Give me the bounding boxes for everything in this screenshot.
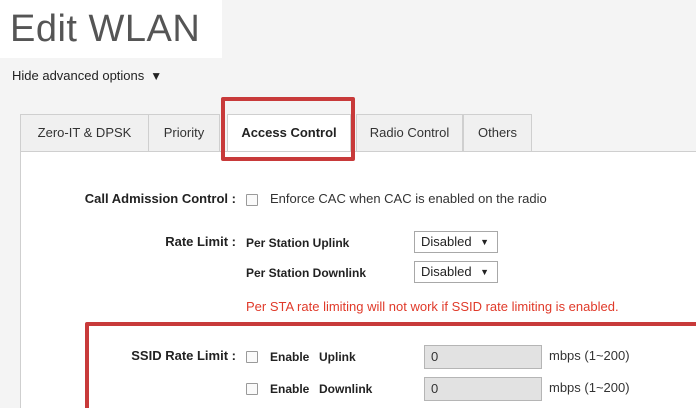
ssid-uplink-enable-checkbox[interactable] xyxy=(246,351,258,363)
ssid-downlink-direction-label: Downlink xyxy=(319,382,373,396)
tab-others[interactable]: Others xyxy=(463,114,532,152)
uplink-select-value: Disabled xyxy=(421,234,472,249)
ssid-uplink-unit-label: mbps (1~200) xyxy=(549,348,630,363)
tab-priority[interactable]: Priority xyxy=(148,114,220,152)
tab-zero-it-dpsk[interactable]: Zero-IT & DPSK xyxy=(20,114,149,152)
ssid-downlink-enable-label: Enable xyxy=(270,382,310,396)
rate-limit-label: Rate Limit : xyxy=(165,234,236,249)
tab-radio-control[interactable]: Radio Control xyxy=(356,114,463,152)
ssid-uplink-enable-label: Enable xyxy=(270,350,310,364)
ssid-downlink-rate-input[interactable]: 0 xyxy=(424,377,542,401)
ssid-downlink-enable-checkbox[interactable] xyxy=(246,383,258,395)
tab-access-control[interactable]: Access Control xyxy=(227,114,351,152)
cac-label: Call Admission Control : xyxy=(84,191,236,206)
advanced-options-label: Hide advanced options xyxy=(12,68,145,83)
caret-down-icon: ▼ xyxy=(150,69,163,83)
per-station-downlink-select[interactable]: Disabled ▼ xyxy=(414,261,498,283)
ssid-uplink-rate-input[interactable]: 0 xyxy=(424,345,542,369)
downlink-select-value: Disabled xyxy=(421,264,472,279)
title-area: Edit WLAN xyxy=(0,0,222,58)
cac-checkbox[interactable] xyxy=(246,194,258,206)
chevron-down-icon: ▼ xyxy=(480,237,489,247)
per-station-uplink-select[interactable]: Disabled ▼ xyxy=(414,231,498,253)
rate-limit-warning: Per STA rate limiting will not work if S… xyxy=(246,299,619,314)
cac-checkbox-label: Enforce CAC when CAC is enabled on the r… xyxy=(270,191,547,206)
ssid-uplink-direction-label: Uplink xyxy=(319,350,356,364)
ssid-rate-limit-label: SSID Rate Limit : xyxy=(131,348,236,363)
per-station-downlink-label: Per Station Downlink xyxy=(246,266,367,280)
per-station-uplink-label: Per Station Uplink xyxy=(246,236,350,250)
chevron-down-icon: ▼ xyxy=(480,267,489,277)
ssid-downlink-unit-label: mbps (1~200) xyxy=(549,380,630,395)
page-title: Edit WLAN xyxy=(10,8,201,50)
hide-advanced-options-toggle[interactable]: Hide advanced options ▼ xyxy=(12,68,162,83)
